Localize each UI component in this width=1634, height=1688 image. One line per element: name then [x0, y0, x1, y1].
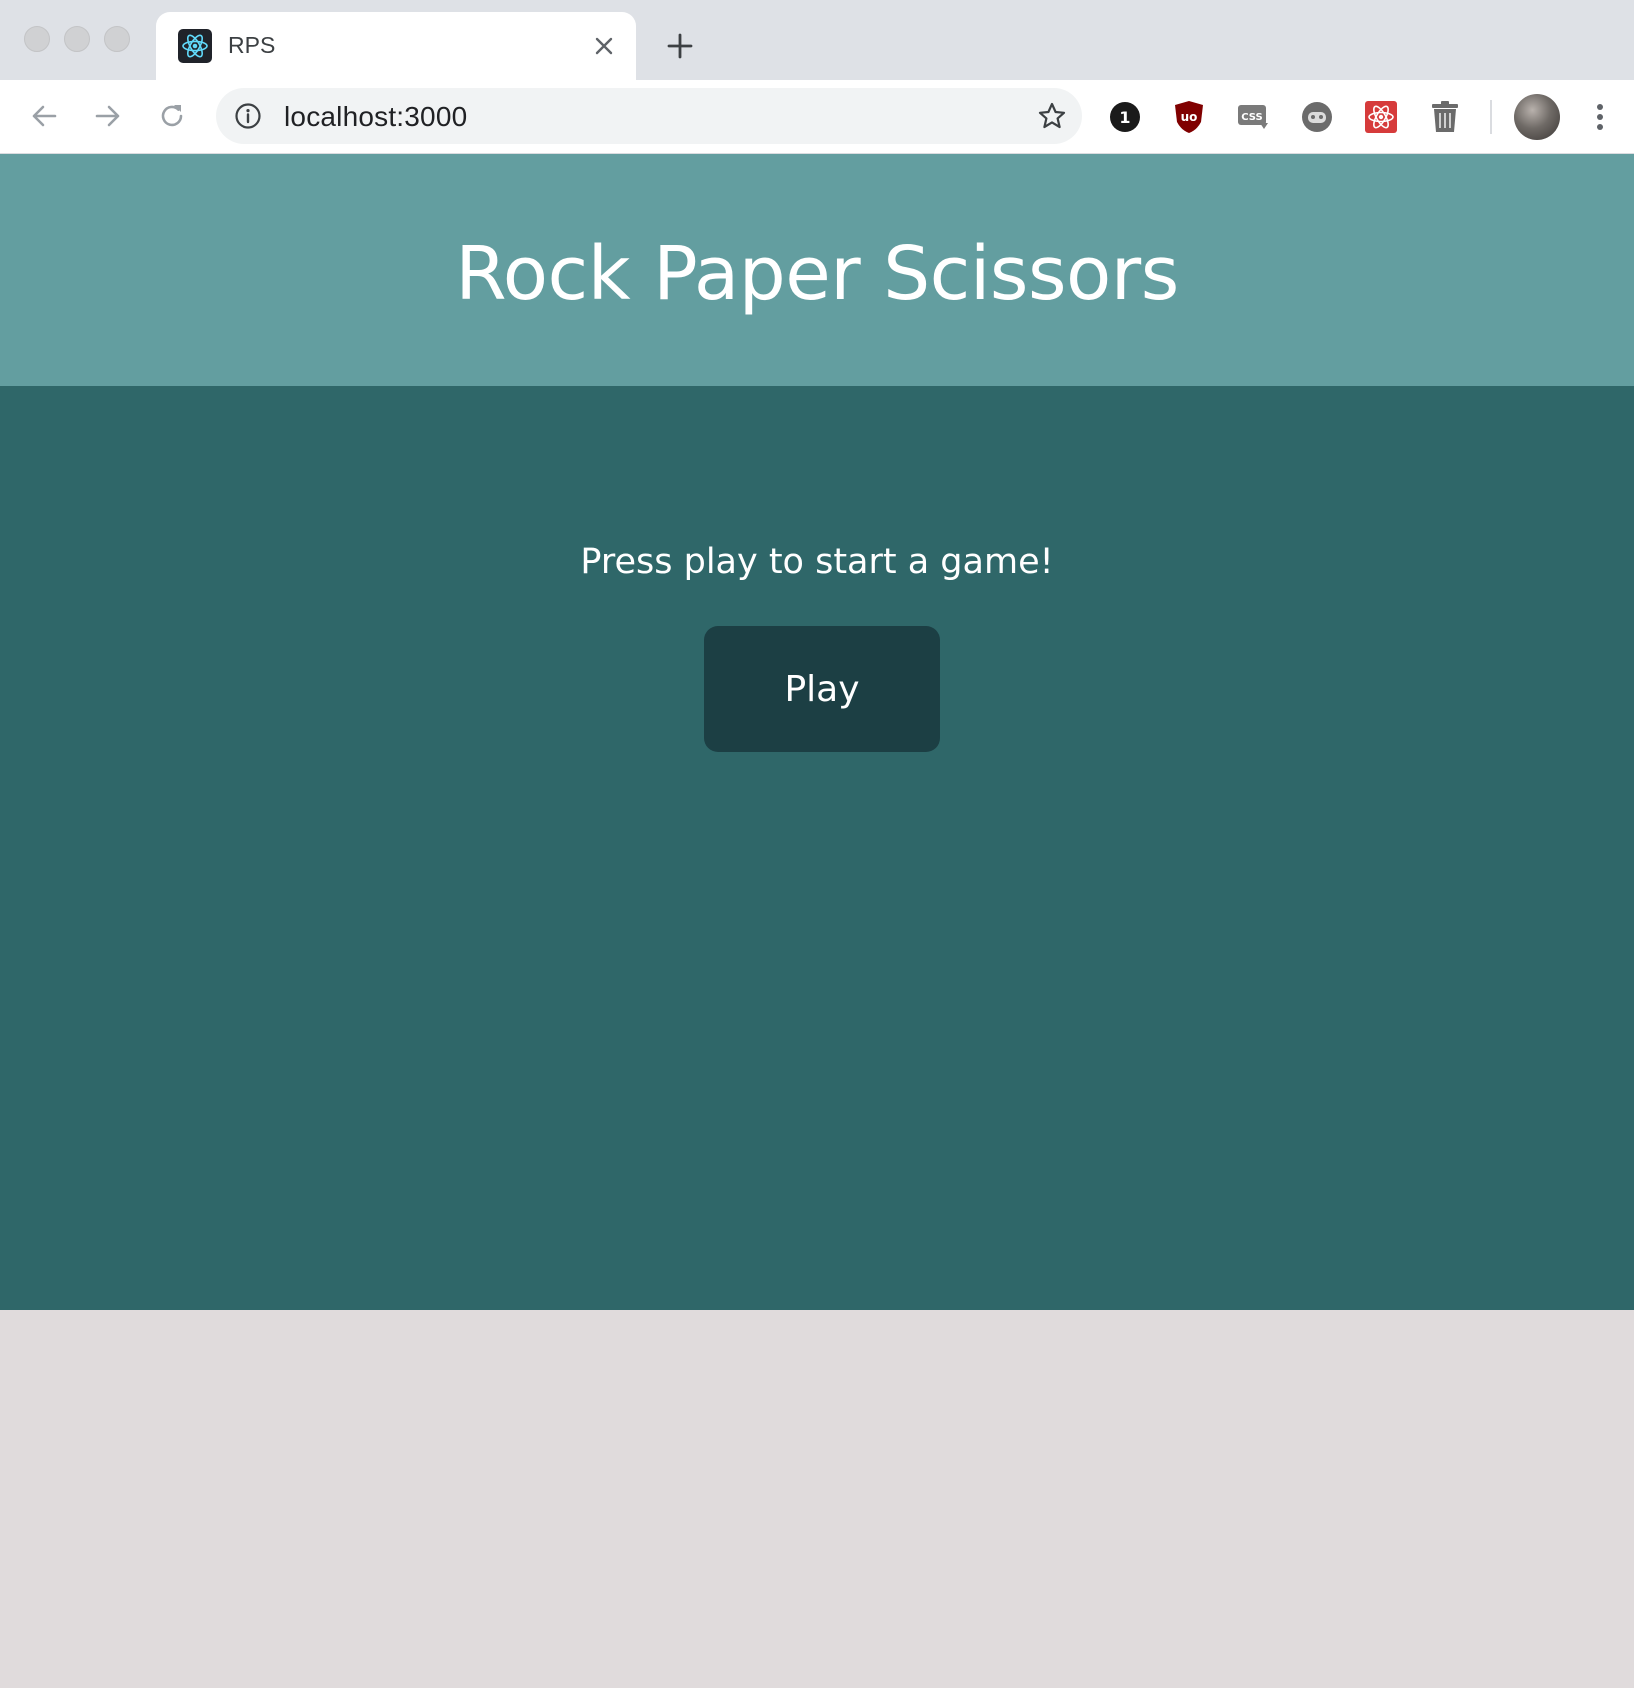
game-prompt-text: Press play to start a game!: [580, 542, 1054, 582]
ublock-origin-icon[interactable]: uo: [1170, 98, 1208, 136]
browser-tab-bar: RPS: [0, 0, 1634, 80]
new-tab-plus-icon[interactable]: [660, 26, 700, 66]
browser-tab-active[interactable]: RPS: [156, 12, 636, 80]
address-bar-url: localhost:3000: [284, 101, 468, 132]
robot-face-icon[interactable]: [1298, 98, 1336, 136]
forward-arrow-icon[interactable]: [86, 94, 130, 138]
page-header: Rock Paper Scissors: [0, 154, 1634, 386]
game-panel: Press play to start a game! Play: [0, 386, 1634, 1310]
bookmark-star-icon[interactable]: [1036, 100, 1068, 132]
toolbar-divider: [1490, 100, 1492, 134]
window-maximize-button[interactable]: [104, 26, 130, 52]
tab-close-icon[interactable]: [588, 30, 620, 62]
play-button[interactable]: Play: [704, 626, 940, 752]
address-bar[interactable]: localhost:3000: [216, 88, 1082, 144]
svg-text:1: 1: [1119, 108, 1130, 127]
css-viewer-icon[interactable]: CSS: [1234, 98, 1272, 136]
site-info-icon[interactable]: [234, 102, 262, 130]
back-arrow-icon[interactable]: [22, 94, 66, 138]
page-footer-area: [0, 1310, 1634, 1688]
react-devtools-icon[interactable]: [1362, 98, 1400, 136]
trash-can-icon[interactable]: [1426, 98, 1464, 136]
tab-title: RPS: [228, 32, 276, 58]
browser-toolbar: localhost:3000 1 uo CSS: [0, 80, 1634, 154]
reload-icon[interactable]: [150, 94, 194, 138]
svg-text:uo: uo: [1181, 110, 1198, 124]
window-close-button[interactable]: [24, 26, 50, 52]
page-title: Rock Paper Scissors: [455, 231, 1179, 317]
svg-text:CSS: CSS: [1241, 112, 1262, 123]
window-minimize-button[interactable]: [64, 26, 90, 52]
more-menu-icon[interactable]: [1582, 98, 1618, 136]
react-atom-icon: [178, 29, 212, 63]
profile-avatar[interactable]: [1514, 94, 1560, 140]
1password-icon[interactable]: 1: [1106, 98, 1144, 136]
